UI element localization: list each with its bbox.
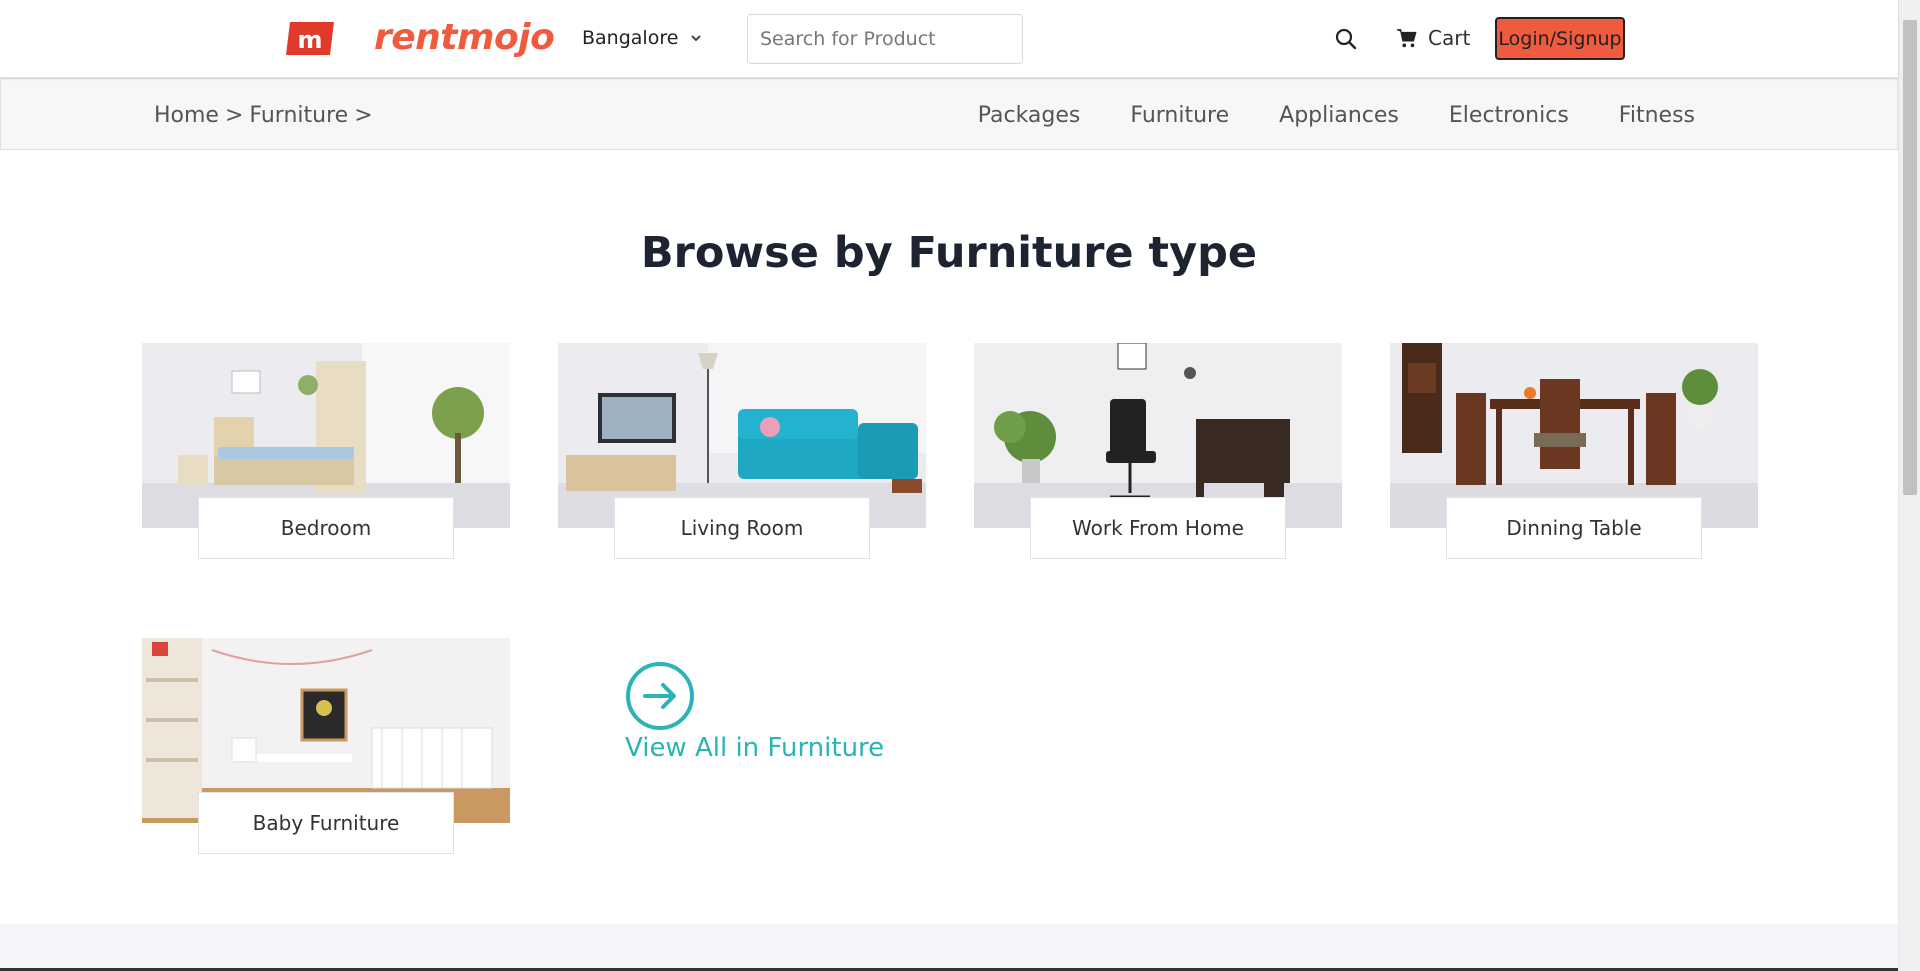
login-signup-button[interactable]: Login/Signup [1495,17,1625,60]
breadcrumb-separator: > [224,103,244,128]
category-label: Work From Home [1030,497,1286,559]
secondary-nav: Home > Furniture > Packages Furniture Ap… [0,78,1898,150]
city-label: Bangalore [582,27,679,49]
breadcrumb-furniture[interactable]: Furniture [249,103,348,128]
svg-text:m: m [297,26,322,54]
category-label: Baby Furniture [198,792,454,854]
search-icon[interactable] [1334,27,1358,51]
category-card-work-from-home[interactable]: Work From Home [974,343,1342,559]
rentmojo-logo-icon[interactable]: m [286,20,336,57]
category-card-baby-furniture[interactable]: Baby Furniture [142,638,510,854]
breadcrumb-home[interactable]: Home [154,103,219,128]
footer-band [0,924,1898,971]
breadcrumb-separator: > [354,103,373,128]
brand-name[interactable]: rentmojo [374,17,555,58]
top-navbar: m rentmojo Bangalore Cart Login/Signup [0,0,1898,78]
category-card-bedroom[interactable]: Bedroom [142,343,510,559]
category-nav: Packages Furniture Appliances Electronic… [978,103,1695,128]
nav-fitness[interactable]: Fitness [1619,103,1695,128]
arrow-right-circle-icon [626,662,694,730]
category-card-living-room[interactable]: Living Room [558,343,926,559]
cart-button[interactable]: Cart [1396,26,1470,50]
nav-electronics[interactable]: Electronics [1449,103,1569,128]
view-all-label: View All in Furniture [625,733,885,763]
page-title: Browse by Furniture type [640,228,1258,278]
scrollbar-thumb[interactable] [1903,20,1917,495]
category-card-dinning-table[interactable]: Dinning Table [1390,343,1758,559]
nav-packages[interactable]: Packages [978,103,1081,128]
category-label: Living Room [614,497,870,559]
cart-icon [1396,29,1417,48]
breadcrumb: Home > Furniture > [154,103,373,128]
city-selector[interactable]: Bangalore [582,27,702,49]
category-label: Bedroom [198,497,454,559]
chevron-down-icon [691,35,702,42]
search-input[interactable] [747,14,1023,64]
nav-appliances[interactable]: Appliances [1279,103,1399,128]
nav-furniture[interactable]: Furniture [1130,103,1229,128]
category-label: Dinning Table [1446,497,1702,559]
vertical-scrollbar[interactable] [1898,0,1920,971]
view-all-furniture-link[interactable]: View All in Furniture [625,661,884,763]
cart-label: Cart [1428,26,1471,50]
